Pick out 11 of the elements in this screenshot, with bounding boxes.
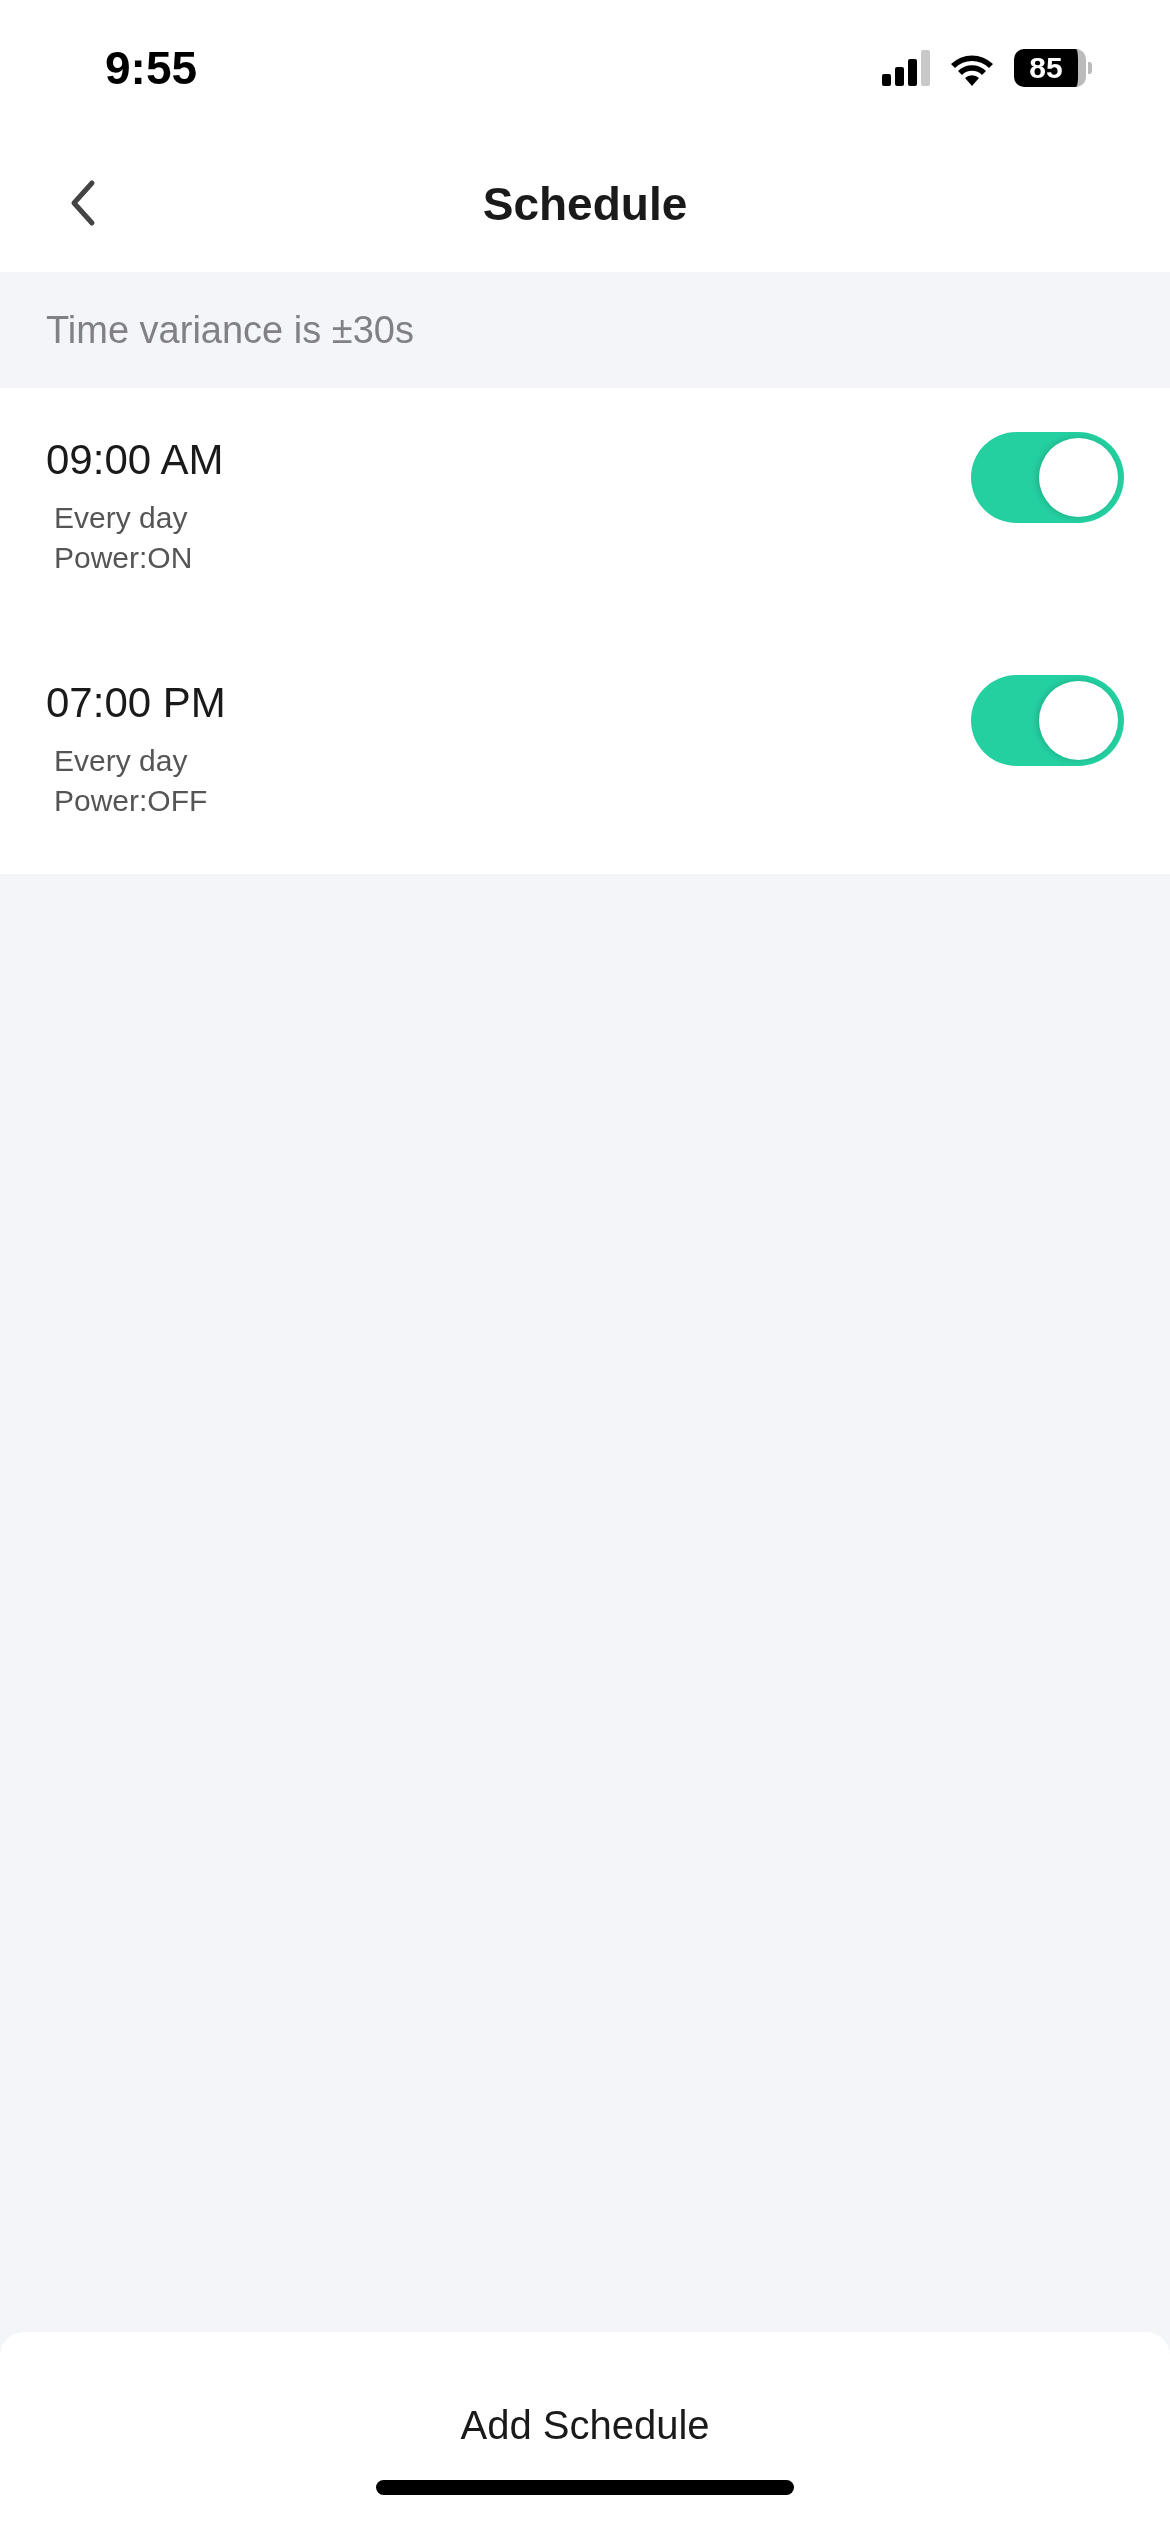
schedule-repeat: Every day <box>54 743 189 779</box>
signal-icon <box>882 49 930 86</box>
schedule-time: 09:00 AM <box>46 436 224 484</box>
page-title: Schedule <box>482 176 688 231</box>
time-variance-note: Time variance is ±30s <box>46 308 414 352</box>
status-time: 9:55 <box>105 40 198 95</box>
schedule-repeat: Every day <box>54 500 189 536</box>
schedule-time: 07:00 PM <box>46 679 226 727</box>
schedule-action: Power:ON <box>54 540 194 576</box>
schedule-action: Power:OFF <box>54 783 209 819</box>
add-schedule-button[interactable]: Add Schedule <box>440 2397 730 2454</box>
